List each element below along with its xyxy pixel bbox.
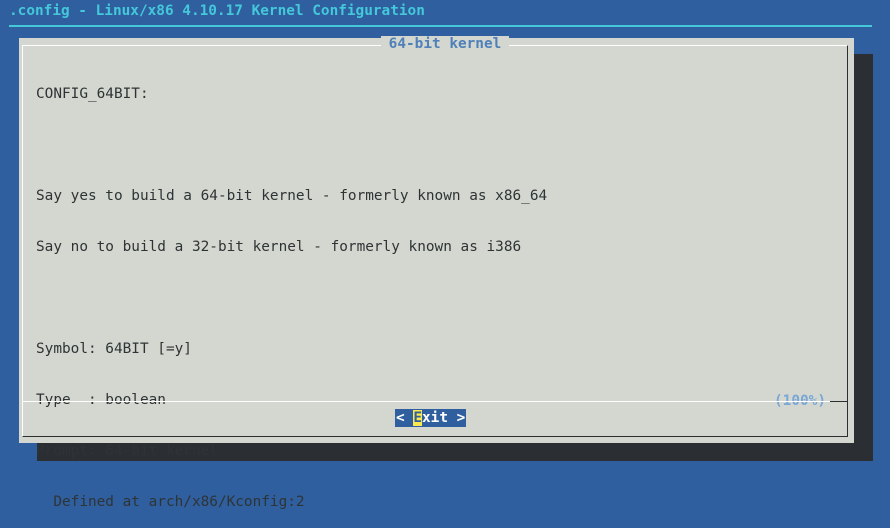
help-line: Symbol: 64BIT [=y] bbox=[36, 341, 192, 357]
exit-button[interactable]: < Exit > bbox=[395, 409, 467, 427]
button-separator-shade bbox=[830, 401, 848, 402]
exit-button-hotkey: E bbox=[413, 410, 422, 426]
help-line: Prompt: 64-bit kernel bbox=[36, 443, 218, 459]
help-line: Say yes to build a 64-bit kernel - forme… bbox=[36, 188, 548, 204]
exit-button-left-bracket: < bbox=[396, 410, 414, 426]
help-line: Say no to build a 32-bit kernel - former… bbox=[36, 239, 522, 255]
help-line bbox=[36, 137, 547, 154]
window-title: .config - Linux/x86 4.10.17 Kernel Confi… bbox=[9, 3, 425, 19]
exit-button-right-bracket: > bbox=[448, 410, 466, 426]
help-line: CONFIG_64BIT: bbox=[36, 86, 149, 102]
help-line bbox=[36, 290, 547, 307]
exit-button-label: xit bbox=[422, 410, 448, 426]
button-separator bbox=[23, 401, 847, 402]
help-text[interactable]: CONFIG_64BIT: Say yes to build a 64-bit … bbox=[36, 52, 547, 528]
title-underline bbox=[9, 25, 872, 27]
help-line: Defined at arch/x86/Kconfig:2 bbox=[36, 494, 305, 510]
